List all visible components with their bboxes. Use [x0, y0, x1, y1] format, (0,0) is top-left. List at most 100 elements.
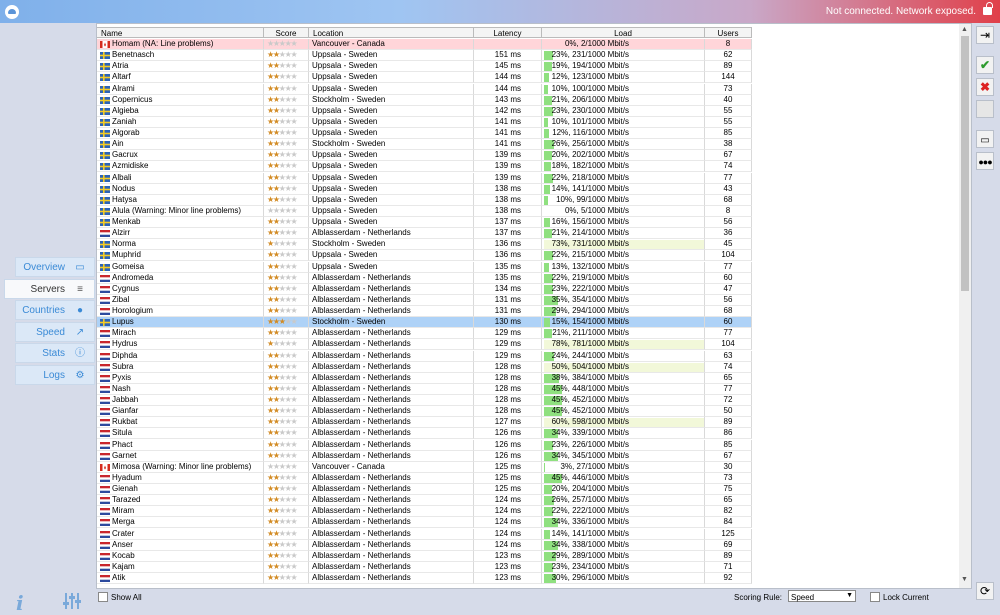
- table-row[interactable]: Crater ★★★★★ Alblasserdam - Netherlands 124…: [97, 528, 752, 540]
- table-row[interactable]: Tarazed ★★★★★ Alblasserdam - Netherlands 12…: [97, 495, 752, 507]
- table-row[interactable]: Miram ★★★★★ Alblasserdam - Netherlands 124 …: [97, 506, 752, 518]
- table-row[interactable]: Rukbat ★★★★★ Alblasserdam - Netherlands 127…: [97, 417, 752, 429]
- table-row[interactable]: Cygnus ★★★★★ Alblasserdam - Netherlands 134…: [97, 283, 752, 295]
- lock-current-checkbox[interactable]: [870, 592, 880, 602]
- table-row[interactable]: Algieba ★★★★★ Uppsala - Sweden 142 ms 23%, 2…: [97, 105, 752, 117]
- cell-users: 71: [705, 561, 752, 573]
- table-row[interactable]: Alzirr ★★★★★ Alblasserdam - Netherlands 137…: [97, 228, 752, 240]
- cell-latency: 144 ms: [474, 72, 542, 84]
- table-row[interactable]: Algorab ★★★★★ Uppsala - Sweden 141 ms 12%, 1…: [97, 128, 752, 139]
- disconnect-button[interactable]: ✖: [976, 78, 994, 96]
- table-row[interactable]: Gacrux ★★★★★ Uppsala - Sweden 139 ms 20%, 20…: [97, 150, 752, 162]
- server-name: Diphda: [112, 350, 138, 360]
- nav-item-servers[interactable]: Servers ≡: [4, 278, 95, 299]
- table-row[interactable]: Hydrus ★★★★★ Alblasserdam - Netherlands 129…: [97, 339, 752, 351]
- table-row[interactable]: Anser ★★★★★ Alblasserdam - Netherlands 124 …: [97, 539, 752, 551]
- cell-load: 29%, 289/1000 Mbit/s: [542, 550, 705, 562]
- table-row[interactable]: Menkab ★★★★★ Uppsala - Sweden 137 ms 16%, 15…: [97, 217, 752, 228]
- cell-name: Jabbah: [97, 395, 264, 406]
- table-row[interactable]: Alula (Warning: Minor line problems) ★★★★…: [97, 205, 752, 217]
- table-row[interactable]: Altarf ★★★★★ Uppsala - Sweden 144 ms 12%, 12…: [97, 72, 752, 84]
- load-text: 16%, 156/1000 Mbit/s: [551, 217, 629, 226]
- table-row[interactable]: Garnet ★★★★★ Alblasserdam - Netherlands 126…: [97, 450, 752, 462]
- cell-name: Atria: [97, 61, 264, 73]
- refresh-button[interactable]: ⟳: [976, 582, 994, 600]
- table-row[interactable]: Merga ★★★★★ Alblasserdam - Netherlands 124 …: [97, 517, 752, 529]
- scroll-down-icon[interactable]: ▼: [961, 576, 968, 583]
- cell-load: 35%, 354/1000 Mbit/s: [542, 294, 705, 306]
- table-row[interactable]: Horologium ★★★★★ Alblasserdam - Netherland…: [97, 306, 752, 317]
- load-text: 20%, 204/1000 Mbit/s: [551, 484, 629, 493]
- table-row[interactable]: Jabbah ★★★★★ Alblasserdam - Netherlands 128…: [97, 395, 752, 406]
- table-row[interactable]: Copernicus ★★★★★ Stockholm - Sweden 143 ms 2…: [97, 94, 752, 106]
- cell-latency: 129 ms: [474, 339, 542, 351]
- table-row[interactable]: Lupus ★★★★★ Stockholm - Sweden 130 ms 15%, 1…: [97, 317, 752, 329]
- scroll-up-icon[interactable]: ▲: [961, 26, 968, 33]
- load-text: 26%, 257/1000 Mbit/s: [551, 495, 629, 505]
- table-row[interactable]: Ain ★★★★★ Stockholm - Sweden 141 ms 26%, 256…: [97, 139, 752, 151]
- table-row[interactable]: Atik ★★★★★ Alblasserdam - Netherlands 123 m…: [97, 573, 752, 584]
- table-row[interactable]: Mimosa (Warning: Minor line problems) ★★★…: [97, 461, 752, 473]
- table-row[interactable]: Mirach ★★★★★ Alblasserdam - Netherlands 129…: [97, 328, 752, 340]
- cell-latency: 124 ms: [474, 495, 542, 507]
- nav-item-logs[interactable]: Logs ⚙: [15, 364, 95, 385]
- table-row[interactable]: Benetnasch ★★★★★ Uppsala - Sweden 151 ms 23%…: [97, 50, 752, 62]
- more-button[interactable]: ●●●: [976, 152, 994, 170]
- table-row[interactable]: Hatysa ★★★★★ Uppsala - Sweden 138 ms 10%, 99…: [97, 194, 752, 206]
- cell-name: Copernicus: [97, 94, 264, 106]
- score-stars: ★★★★★: [264, 128, 309, 139]
- info-icon[interactable]: i: [16, 591, 24, 615]
- table-row[interactable]: Diphda ★★★★★ Alblasserdam - Netherlands 129…: [97, 350, 752, 362]
- table-row[interactable]: Nash ★★★★★ Alblasserdam - Netherlands 128 m…: [97, 383, 752, 395]
- scroll-thumb[interactable]: [961, 36, 969, 291]
- table-row[interactable]: Muphrid ★★★★★ Uppsala - Sweden 136 ms 22%, 2…: [97, 250, 752, 262]
- column-header-score[interactable]: Score: [264, 27, 309, 38]
- vertical-scrollbar[interactable]: ▲ ▼: [959, 24, 971, 588]
- nav-item-stats[interactable]: Stats ⓘ: [15, 343, 95, 363]
- table-row[interactable]: Zaniah ★★★★★ Uppsala - Sweden 141 ms 10%, 10…: [97, 116, 752, 128]
- cell-latency: 131 ms: [474, 306, 542, 317]
- table-row[interactable]: Homam (NA: Line problems) ★★★★★ Vancouver …: [97, 39, 752, 51]
- column-header-load[interactable]: Load: [542, 27, 705, 38]
- nav-item-countries[interactable]: Countries ●: [15, 300, 95, 320]
- login-button[interactable]: ⇥: [976, 26, 994, 44]
- table-row[interactable]: Nodus ★★★★★ Uppsala - Sweden 138 ms 14%, 141…: [97, 183, 752, 195]
- column-header-location[interactable]: Location: [309, 27, 474, 38]
- scoring-rule-select[interactable]: Speed ▼: [788, 590, 856, 602]
- show-all-checkbox[interactable]: [98, 592, 108, 602]
- table-row[interactable]: Andromeda ★★★★★ Alblasserdam - Netherlands…: [97, 272, 752, 284]
- sliders-icon[interactable]: [62, 591, 82, 611]
- score-stars: ★★★★★: [264, 395, 309, 406]
- cell-load: 20%, 202/1000 Mbit/s: [542, 150, 705, 162]
- server-name: Atik: [112, 573, 126, 582]
- table-row[interactable]: Kocab ★★★★★ Alblasserdam - Netherlands 123 …: [97, 550, 752, 562]
- table-row[interactable]: Gomeisa ★★★★★ Uppsala - Sweden 135 ms 13%, 1…: [97, 261, 752, 273]
- table-row[interactable]: Atria ★★★★★ Uppsala - Sweden 145 ms 19%, 194…: [97, 61, 752, 73]
- blank-button[interactable]: [976, 100, 994, 118]
- table-row[interactable]: Kajam ★★★★★ Alblasserdam - Netherlands 123 …: [97, 561, 752, 573]
- cell-location: Uppsala - Sweden: [309, 83, 474, 95]
- column-header-users[interactable]: Users: [705, 27, 752, 38]
- table-row[interactable]: Gienah ★★★★★ Alblasserdam - Netherlands 125…: [97, 484, 752, 495]
- table-row[interactable]: Gianfar ★★★★★ Alblasserdam - Netherlands 12…: [97, 406, 752, 418]
- remote-button[interactable]: ▭: [976, 130, 994, 148]
- nav-item-overview[interactable]: Overview ▭: [15, 257, 95, 277]
- table-row[interactable]: Phact ★★★★★ Alblasserdam - Netherlands 126 …: [97, 439, 752, 451]
- table-row[interactable]: Pyxis ★★★★★ Alblasserdam - Netherlands 128 …: [97, 372, 752, 384]
- table-row[interactable]: Subra ★★★★★ Alblasserdam - Netherlands 128 …: [97, 361, 752, 373]
- server-name: Lupus: [112, 317, 134, 327]
- table-row[interactable]: Alrami ★★★★★ Uppsala - Sweden 144 ms 10%, 10…: [97, 83, 752, 95]
- nav-item-speed[interactable]: Speed ↗: [15, 321, 95, 342]
- table-row[interactable]: Albali ★★★★★ Uppsala - Sweden 139 ms 22%, 21…: [97, 172, 752, 184]
- cell-load: 73%, 731/1000 Mbit/s: [542, 239, 705, 251]
- column-header-latency[interactable]: Latency: [474, 27, 542, 38]
- table-row[interactable]: Situla ★★★★★ Alblasserdam - Netherlands 126…: [97, 428, 752, 440]
- column-header-name[interactable]: Name: [97, 27, 264, 38]
- table-row[interactable]: Norma ★★★★★ Stockholm - Sweden 136 ms 73%, 7…: [97, 239, 752, 251]
- table-row[interactable]: Zibal ★★★★★ Alblasserdam - Netherlands 131 …: [97, 294, 752, 306]
- flag-nl-icon: [100, 374, 110, 382]
- table-row[interactable]: Hyadum ★★★★★ Alblasserdam - Netherlands 125…: [97, 472, 752, 484]
- connect-button[interactable]: ✔: [976, 56, 994, 74]
- table-row[interactable]: Azmidiske ★★★★★ Uppsala - Sweden 139 ms 18%,…: [97, 161, 752, 173]
- cell-name: Nash: [97, 383, 264, 395]
